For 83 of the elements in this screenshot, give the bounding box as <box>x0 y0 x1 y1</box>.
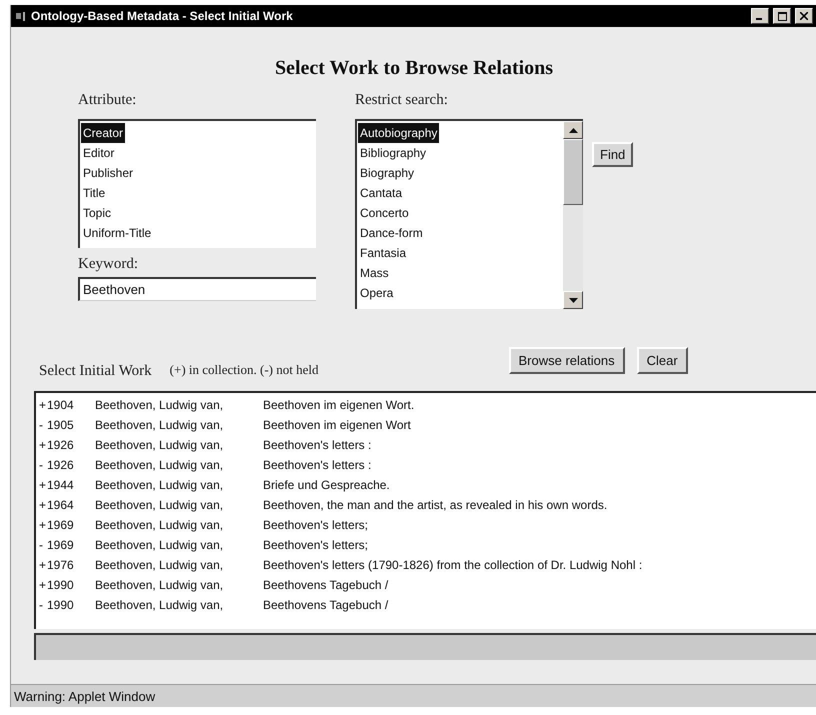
year-cell-text: 1990 <box>47 577 75 594</box>
held-marker: - <box>39 597 44 614</box>
year-cell-text: 1990 <box>47 597 75 614</box>
list-item[interactable]: Editor <box>81 143 116 163</box>
year-cell-text: 1926 <box>47 437 75 454</box>
title-cell-text: Beethovens Tagebuch / <box>263 577 388 594</box>
held-marker: - <box>39 537 44 554</box>
held-marker: + <box>39 497 47 514</box>
list-item[interactable]: Dance-form <box>358 223 425 243</box>
results-list[interactable] <box>34 391 816 629</box>
creator-cell-text: Beethoven, Ludwig van, <box>95 397 224 414</box>
close-icon <box>800 12 808 20</box>
year-cell-text: 1976 <box>47 557 75 574</box>
list-item[interactable]: Cantata <box>358 183 404 203</box>
creator-cell-text: Beethoven, Ludwig van, <box>95 557 224 574</box>
title-cell-text: Beethoven's letters; <box>263 537 368 554</box>
title-cell-text: Beethoven's letters (1790-1826) from the collection of Dr. Ludwig Nohl : <box>263 557 642 574</box>
list-item[interactable]: Concerto <box>358 203 411 223</box>
creator-cell-text: Beethoven, Ludwig van, <box>95 477 224 494</box>
list-item[interactable]: Fantasia <box>358 243 408 263</box>
page-heading: Select Work to Browse Relations <box>274 57 554 80</box>
window-title: Ontology-Based Metadata - Select Initial Work <box>31 9 294 23</box>
list-item[interactable]: Mass <box>358 263 391 283</box>
minimize-button[interactable] <box>751 8 769 24</box>
creator-cell-text: Beethoven, Ludwig van, <box>95 517 224 534</box>
list-box[interactable]: Autobiography Bibliography Biography Cantata Concerto Dance-form Fantasia Mass Opera <box>355 119 583 309</box>
held-marker: + <box>39 397 47 414</box>
title-cell-text: Beethoven's letters : <box>263 457 372 474</box>
year-cell-text: 1964 <box>47 497 75 514</box>
find-button[interactable]: Find <box>592 142 634 167</box>
maximize-icon <box>778 12 786 20</box>
scroll-down-arrow-icon[interactable] <box>568 298 578 302</box>
creator-cell-text: Beethoven, Ludwig van, <box>95 437 224 454</box>
clear-button[interactable]: Clear <box>636 347 688 374</box>
year-cell-text: 1969 <box>47 537 75 554</box>
keyword-field[interactable]: Beethoven <box>78 277 316 301</box>
list-item[interactable]: Publisher <box>81 163 136 183</box>
attribute-label: Attribute: <box>78 92 138 109</box>
held-marker: + <box>39 557 47 574</box>
creator-cell-text: Beethoven, Ludwig van, <box>95 417 224 434</box>
results-label: Select Initial Work <box>39 363 152 380</box>
year-cell-text: 1926 <box>47 457 75 474</box>
close-button[interactable] <box>795 8 813 24</box>
creator-cell-text: Beethoven, Ludwig van, <box>95 457 224 474</box>
list-item[interactable]: Opera <box>358 283 396 303</box>
list-item[interactable]: Topic <box>81 203 114 223</box>
keyword-label: Keyword: <box>78 256 139 273</box>
title-cell-text: Beethoven, the man and the artist, as revealed in his own words. <box>263 497 608 514</box>
creator-cell-text: Beethoven, Ludwig van, <box>95 597 224 614</box>
held-marker: - <box>39 417 44 434</box>
year-cell-text: 1904 <box>47 397 75 414</box>
legend-text: (+) in collection. (-) not held <box>170 362 318 378</box>
held-marker: + <box>39 477 47 494</box>
held-marker: + <box>39 517 47 534</box>
status-text: Warning: Applet Window <box>14 688 156 704</box>
held-marker: + <box>39 577 47 594</box>
title-cell-text: Beethoven's letters; <box>263 517 368 534</box>
app-icon <box>15 10 27 22</box>
title-cell-text: Beethovens Tagebuch / <box>263 597 388 614</box>
list-item[interactable]: Title <box>81 183 108 203</box>
year-cell-text: 1905 <box>47 417 75 434</box>
list-item[interactable]: Biography <box>358 163 416 183</box>
restrict-search-label: Restrict search: <box>355 92 449 109</box>
held-marker: - <box>39 457 44 474</box>
maximize-button[interactable] <box>773 8 791 24</box>
creator-cell-text: Beethoven, Ludwig van, <box>95 577 224 594</box>
creator-cell-text: Beethoven, Ludwig van, <box>95 537 224 554</box>
browse-relations-button[interactable]: Browse relations <box>508 347 625 374</box>
list-item[interactable]: Creator <box>81 123 126 143</box>
list-item[interactable]: Bibliography <box>358 143 428 163</box>
title-cell-text: Beethoven im eigenen Wort <box>263 417 411 434</box>
list-item[interactable]: Autobiography <box>358 123 440 143</box>
list-box[interactable]: Creator Editor Publisher Title Topic Uniform-Title <box>78 119 316 248</box>
title-cell-text: Beethoven's letters : <box>263 437 372 454</box>
title-cell-text: Briefe und Gespreache. <box>263 477 390 494</box>
year-cell-text: 1944 <box>47 477 75 494</box>
scroll-up-arrow-icon[interactable] <box>568 128 578 132</box>
creator-cell-text: Beethoven, Ludwig van, <box>95 497 224 514</box>
title-cell-text: Beethoven im eigenen Wort. <box>263 397 414 414</box>
list-item[interactable]: Uniform-Title <box>81 223 154 243</box>
held-marker: + <box>39 437 47 454</box>
scrollbar[interactable] <box>563 121 583 309</box>
year-cell-text: 1969 <box>47 517 75 534</box>
